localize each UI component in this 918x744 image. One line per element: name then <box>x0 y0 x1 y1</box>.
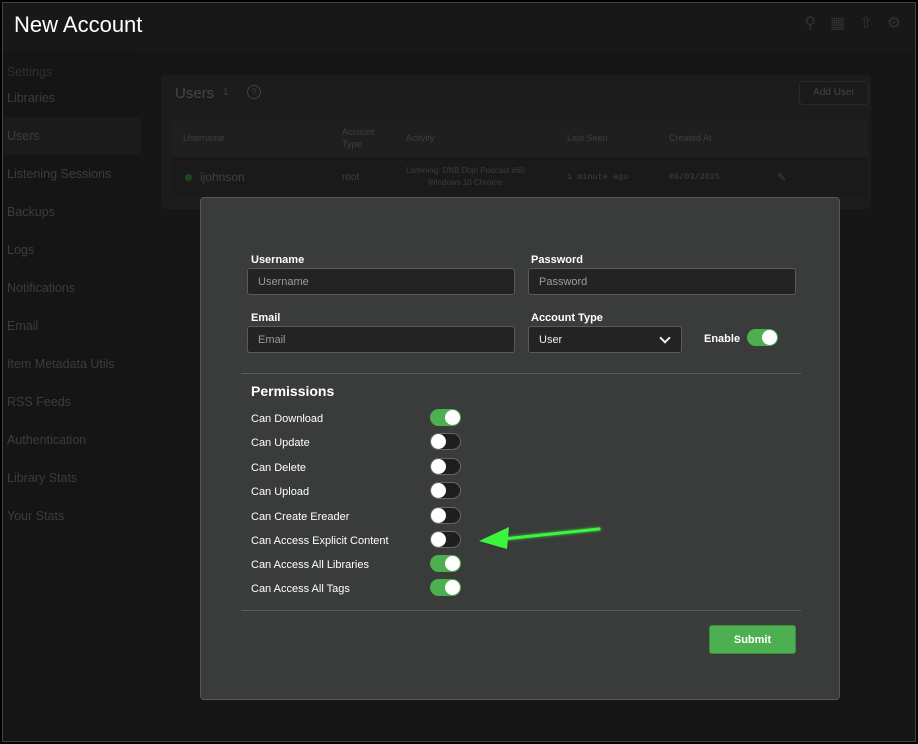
toggle-knob <box>431 483 446 498</box>
toggle-can-download[interactable] <box>430 409 461 426</box>
green-arrow-annotation-icon <box>479 527 601 549</box>
perm-label-can-download: Can Download <box>251 413 324 425</box>
perm-label-can-update: Can Update <box>251 437 310 449</box>
password-input[interactable] <box>528 268 796 295</box>
permissions-heading: Permissions <box>251 383 335 399</box>
toggle-can-delete[interactable] <box>430 458 461 475</box>
account-type-label: Account Type <box>531 312 603 324</box>
perm-label-can-access-all-libraries: Can Access All Libraries <box>251 559 369 571</box>
app-window: ⚲ ▦ ⇧ ⚙ Settings Libraries Users Listeni… <box>2 2 916 742</box>
toggle-can-access-all-tags[interactable] <box>430 579 461 596</box>
toggle-knob <box>445 580 460 595</box>
new-account-modal: Username Password Email Account Type Use… <box>200 197 840 700</box>
toggle-knob <box>762 330 777 345</box>
submit-button[interactable]: Submit <box>709 625 796 654</box>
account-type-select[interactable]: User <box>528 326 682 353</box>
toggle-can-access-all-libraries[interactable] <box>430 555 461 572</box>
toggle-knob <box>431 532 446 547</box>
perm-label-can-access-explicit-content: Can Access Explicit Content <box>251 535 389 547</box>
toggle-can-upload[interactable] <box>430 482 461 499</box>
toggle-can-update[interactable] <box>430 433 461 450</box>
account-type-value: User <box>539 333 563 346</box>
enable-label: Enable <box>704 333 741 345</box>
username-label: Username <box>251 254 305 266</box>
toggle-knob <box>445 556 460 571</box>
toggle-can-access-explicit-content[interactable] <box>430 531 461 548</box>
toggle-knob <box>431 434 446 449</box>
toggle-knob <box>445 410 460 425</box>
modal-title: New Account <box>14 12 143 37</box>
divider-bottom <box>241 610 801 611</box>
email-label: Email <box>251 312 281 324</box>
toggle-can-create-ereader[interactable] <box>430 507 461 524</box>
enable-toggle[interactable] <box>747 329 778 346</box>
divider-top <box>241 373 801 374</box>
password-label: Password <box>531 254 583 266</box>
perm-label-can-access-all-tags: Can Access All Tags <box>251 583 350 595</box>
toggle-knob <box>431 459 446 474</box>
perm-label-can-create-ereader: Can Create Ereader <box>251 511 350 523</box>
toggle-knob <box>431 508 446 523</box>
perm-label-can-delete: Can Delete <box>251 462 307 474</box>
perm-label-can-upload: Can Upload <box>251 486 310 498</box>
chevron-down-icon <box>659 331 671 344</box>
email-input[interactable] <box>247 326 515 353</box>
username-input[interactable] <box>247 268 515 295</box>
